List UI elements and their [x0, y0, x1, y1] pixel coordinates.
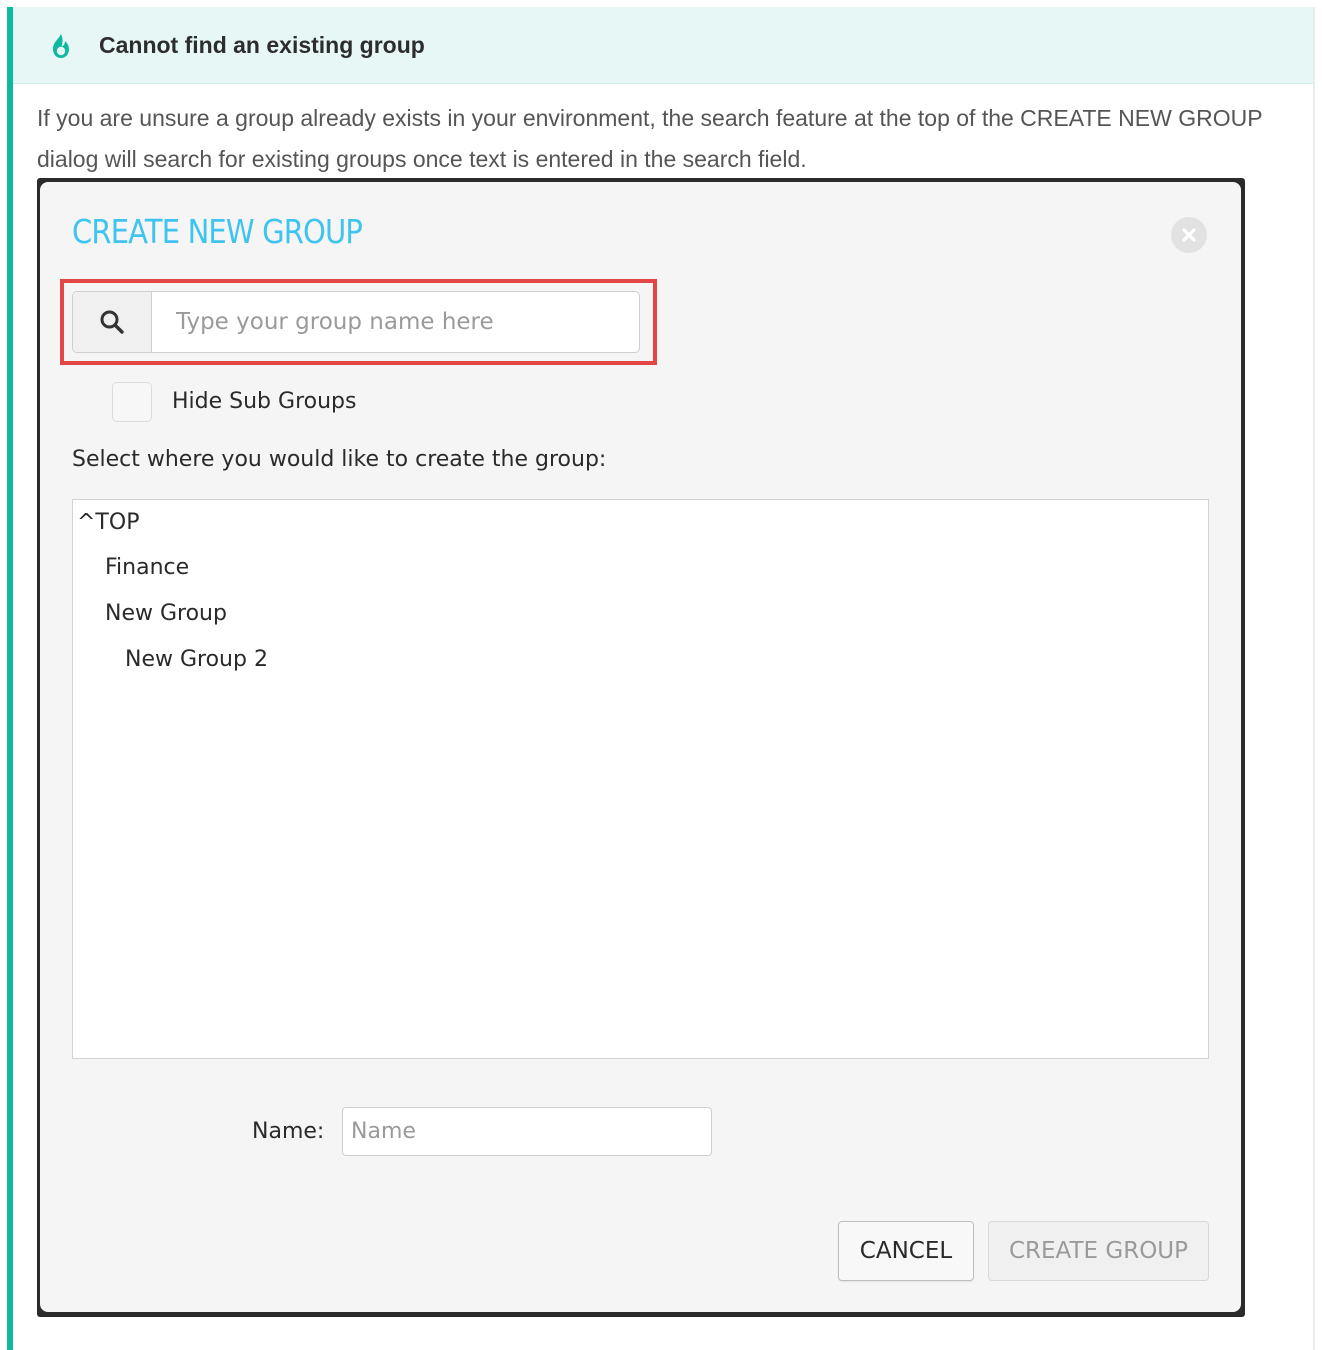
cancel-button[interactable]: CANCEL	[838, 1221, 974, 1281]
create-group-button[interactable]: CREATE GROUP	[988, 1221, 1209, 1281]
name-label: Name:	[252, 1119, 325, 1144]
create-group-dialog: CREATE NEW GROUP Hide Sub Groups Select …	[40, 182, 1241, 1312]
tree-item-new-group-2[interactable]: New Group 2	[125, 646, 268, 674]
tree-item-new-group[interactable]: New Group	[105, 600, 227, 628]
search-icon	[100, 310, 124, 334]
tree-item-top[interactable]: ^TOP	[77, 509, 139, 537]
group-tree: ^TOP Finance New Group New Group 2	[72, 499, 1209, 1059]
hide-sub-groups-label[interactable]: Hide Sub Groups	[172, 388, 356, 416]
callout-body: If you are unsure a group already exists…	[37, 105, 1263, 172]
search-group	[72, 291, 640, 353]
search-input[interactable]	[152, 292, 638, 352]
name-input[interactable]	[342, 1107, 712, 1156]
callout-header: Cannot find an existing group	[13, 7, 1313, 84]
select-location-prompt: Select where you would like to create th…	[72, 447, 607, 472]
callout-title: Cannot find an existing group	[99, 32, 425, 58]
tree-item-finance[interactable]: Finance	[105, 554, 189, 582]
close-icon	[1182, 228, 1196, 242]
dialog-title: CREATE NEW GROUP	[72, 212, 363, 251]
hide-sub-groups-checkbox[interactable]	[112, 382, 152, 422]
search-button[interactable]	[73, 292, 152, 352]
flame-icon	[53, 34, 69, 58]
close-button[interactable]	[1171, 217, 1207, 253]
